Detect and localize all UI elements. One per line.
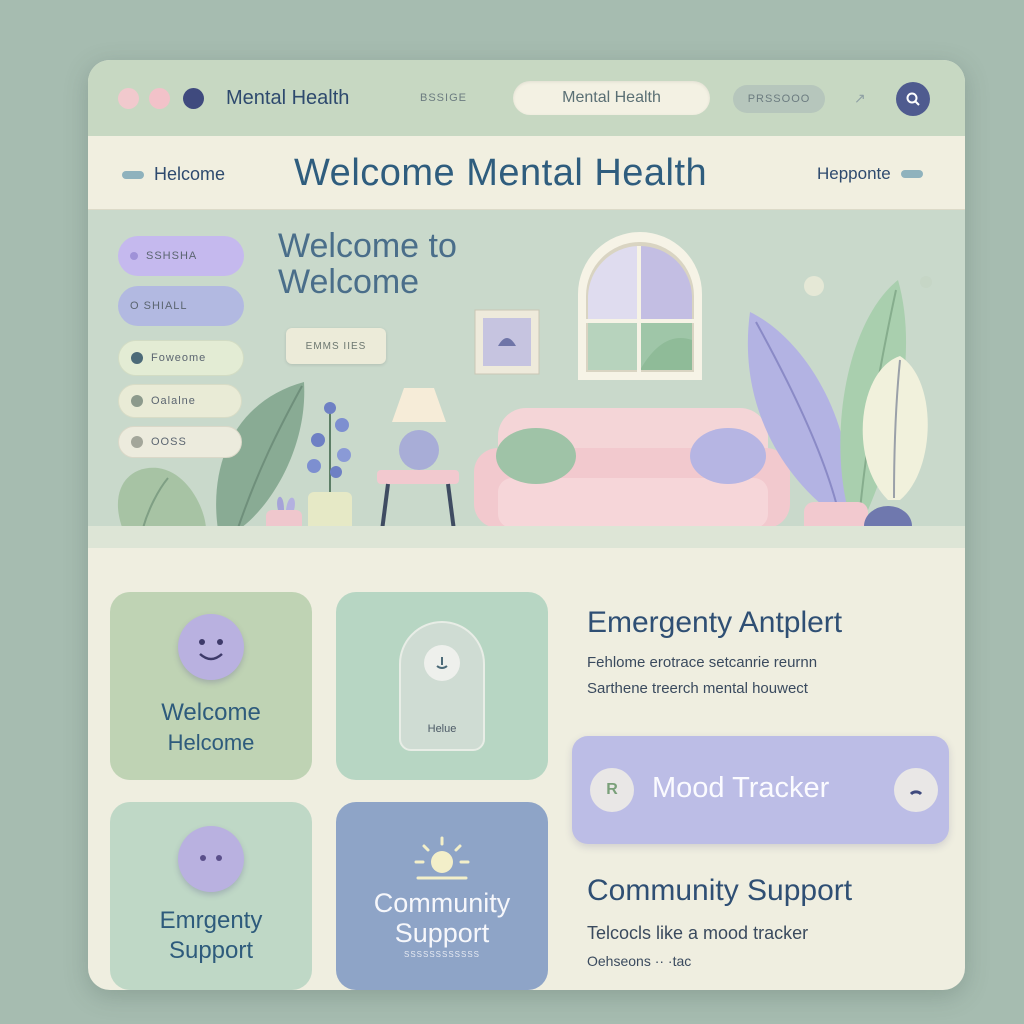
lamp-table-illustration bbox=[377, 388, 459, 546]
page-title: Welcome Mental Health bbox=[294, 152, 708, 194]
pill-label: SSHSHA bbox=[146, 250, 198, 262]
bullet-icon bbox=[131, 395, 143, 407]
hello-card[interactable]: Helue bbox=[336, 592, 548, 780]
hello-device: Helue bbox=[399, 621, 485, 751]
expand-icon[interactable]: ↗ bbox=[854, 90, 866, 107]
nav-link-support[interactable]: Hepponte bbox=[817, 164, 923, 184]
mood-tracker-label: Mood Tracker bbox=[652, 772, 830, 804]
minimize-window-dot[interactable] bbox=[149, 88, 170, 109]
search-button[interactable] bbox=[896, 82, 930, 116]
emergency-alert-title: Emergenty Antplert bbox=[587, 606, 843, 639]
pill-label: O SHIALL bbox=[130, 300, 188, 312]
face-icon bbox=[178, 826, 244, 892]
welcome-card[interactable]: Welcome Helcome bbox=[110, 592, 312, 780]
toolbar-button[interactable]: PRSSOOO bbox=[733, 85, 825, 113]
power-icon bbox=[894, 768, 938, 812]
community-text-line1: Telcocls like a mood tracker bbox=[587, 923, 809, 943]
bullet-icon bbox=[131, 436, 143, 448]
mood-tracker-button[interactable]: R Mood Tracker bbox=[572, 736, 949, 844]
maximize-window-dot[interactable] bbox=[183, 88, 204, 109]
nav-link-welcome[interactable]: Helcome bbox=[122, 164, 225, 185]
app-title: Mental Health bbox=[226, 87, 350, 109]
card-label-line2: Support bbox=[394, 917, 490, 948]
nav-bullet-icon bbox=[122, 170, 144, 179]
download-icon bbox=[424, 645, 460, 681]
title-bar: Mental Health BSSIGE Mental Health PRSSO… bbox=[88, 60, 965, 136]
hero-pill-2[interactable]: O SHIALL bbox=[118, 286, 244, 326]
nav-bar: Helcome Welcome Mental Health Hepponte bbox=[88, 136, 965, 210]
hero-pill-1[interactable]: SSHSHA bbox=[118, 236, 244, 276]
card-label-line2: Support bbox=[168, 937, 254, 964]
card-label-line1: Welcome bbox=[161, 699, 261, 726]
mood-left-icon: R bbox=[590, 768, 634, 812]
hero-tag[interactable]: EMMS IIES bbox=[286, 328, 386, 364]
card-label-line1: Community bbox=[373, 887, 511, 918]
hero-pill-4[interactable]: Oalalne bbox=[118, 384, 242, 418]
pill-label: Oalalne bbox=[151, 395, 196, 407]
card-label-line2: Helcome bbox=[167, 730, 255, 755]
hero-title: Welcome to Welcome bbox=[278, 228, 457, 300]
close-window-dot[interactable] bbox=[118, 88, 139, 109]
hero-title-line2: Welcome bbox=[278, 263, 420, 301]
emergency-text-line1: Fehlome erotrace setcanrie reurnn bbox=[587, 654, 818, 671]
picture-frame-illustration bbox=[474, 309, 540, 375]
community-support-card[interactable]: Community Support SSSSSSSSSSSS bbox=[336, 802, 548, 990]
search-icon bbox=[906, 92, 920, 106]
arched-window-illustration bbox=[578, 232, 702, 380]
community-support-title: Community Support bbox=[587, 874, 853, 907]
nav-link-label: Helcome bbox=[154, 164, 226, 184]
bullet-icon bbox=[131, 352, 143, 364]
hero-section: SSHSHA O SHIALL Foweome Oalalne OOSS Wel… bbox=[88, 210, 965, 546]
sun-icon bbox=[414, 836, 470, 879]
emergency-support-card[interactable]: Emrgenty Support bbox=[110, 802, 312, 990]
pill-label: OOSS bbox=[151, 436, 187, 448]
community-text-line2: Oehseons ·· ·tac bbox=[587, 953, 692, 969]
card-sub-label: SSSSSSSSSSSS bbox=[403, 949, 481, 959]
toolbar-label: BSSIGE bbox=[420, 92, 467, 104]
address-bar[interactable]: Mental Health bbox=[513, 81, 710, 115]
pill-label: Foweome bbox=[151, 352, 207, 364]
hello-label: Helue bbox=[427, 723, 457, 735]
emergency-text-line2: Sarthene treerch mental houwect bbox=[587, 680, 808, 697]
card-label-line1: Emrgenty bbox=[159, 907, 263, 934]
hero-floor bbox=[88, 526, 965, 548]
nav-bullet-icon bbox=[900, 170, 923, 178]
hero-pill-5[interactable]: OOSS bbox=[118, 426, 242, 458]
app-window: Mental Health BSSIGE Mental Health PRSSO… bbox=[88, 60, 965, 990]
hero-title-line1: Welcome to bbox=[278, 227, 457, 265]
nav-link-label: Hepponte bbox=[817, 164, 891, 183]
hero-pill-3[interactable]: Foweome bbox=[118, 340, 244, 376]
smile-face-icon bbox=[178, 614, 244, 680]
drop-icon bbox=[130, 252, 138, 260]
